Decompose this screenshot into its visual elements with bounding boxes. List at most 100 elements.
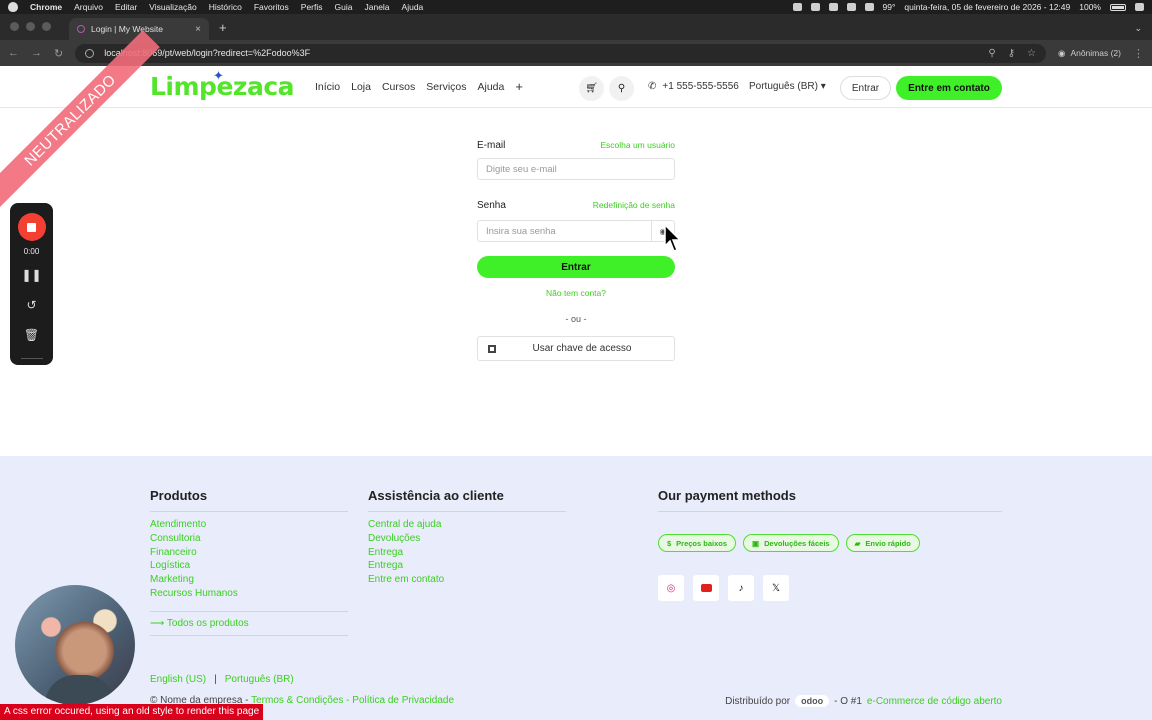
product-link[interactable]: Marketing [150, 573, 348, 587]
instagram-icon[interactable]: ◎ [658, 575, 684, 601]
badge-low-prices: $ Preços baixos [658, 534, 737, 552]
menu-app[interactable]: Chrome [30, 2, 62, 12]
close-window-icon[interactable] [10, 22, 19, 31]
reset-password-link[interactable]: Redefinição de senha [593, 200, 675, 210]
close-tab-icon[interactable]: × [195, 24, 201, 35]
new-tab-icon[interactable]: + [219, 20, 227, 35]
password-label-row: Senha Redefinição de senha [477, 194, 675, 211]
restart-icon[interactable]: ↺ [26, 298, 36, 316]
youtube-icon[interactable] [693, 575, 719, 601]
menu-guia[interactable]: Guia [335, 2, 353, 12]
menu-editar[interactable]: Editar [115, 2, 137, 12]
product-link[interactable]: Consultoria [150, 532, 348, 546]
menu-historico[interactable]: Histórico [209, 2, 242, 12]
nav-ajuda[interactable]: Ajuda [478, 81, 505, 93]
lang-english[interactable]: English (US) [150, 674, 206, 685]
lang-portuguese[interactable]: Português (BR) [225, 674, 294, 685]
menu-favoritos[interactable]: Favoritos [254, 2, 289, 12]
menu-arquivo[interactable]: Arquivo [74, 2, 103, 12]
product-link[interactable]: Recursos Humanos [150, 587, 348, 601]
cart-button[interactable]: 🛒︎ [579, 76, 604, 101]
control-center-icon[interactable] [1135, 3, 1144, 11]
bookmark-star-icon[interactable]: ☆ [1027, 48, 1036, 59]
x-twitter-icon[interactable]: 𝕏 [763, 575, 789, 601]
browser-menu-icon[interactable]: ⋮ [1133, 47, 1144, 60]
all-products-link[interactable]: ⟶ Todos os produtos [150, 610, 348, 636]
pause-icon[interactable]: ❚❚ [21, 268, 41, 286]
support-link[interactable]: Devoluções [368, 532, 566, 546]
site-info-icon[interactable] [85, 48, 95, 58]
menu-perfis[interactable]: Perfis [301, 2, 323, 12]
password-key-icon[interactable]: ⚷ [1008, 48, 1015, 59]
odoo-logo[interactable]: odoo [795, 695, 830, 707]
menu-ajuda[interactable]: Ajuda [402, 2, 424, 12]
address-bar[interactable]: localhost:8069/pt/web/login?redirect=%2F… [75, 43, 1047, 63]
status-tray: 99° quinta-feira, 05 de fevereiro de 202… [792, 2, 1144, 12]
menu-visualizacao[interactable]: Visualização [149, 2, 197, 12]
signup-link[interactable]: Não tem conta? [477, 288, 675, 298]
header-login-button[interactable]: Entrar [840, 76, 891, 100]
nav-more-plus-icon[interactable]: + [515, 80, 523, 93]
site-logo[interactable]: Limpezaca ✦ [150, 69, 295, 101]
nav-cursos[interactable]: Cursos [382, 81, 415, 93]
nav-inicio[interactable]: Início [315, 81, 340, 93]
product-link[interactable]: Financeiro [150, 546, 348, 560]
support-link[interactable]: Entrega [368, 559, 566, 573]
zoom-icon[interactable]: ⚲ [988, 48, 995, 59]
header-phone[interactable]: ✆ +1 555-555-5556 [648, 81, 739, 92]
language-selector[interactable]: Português (BR) ▾ [749, 81, 826, 92]
clock[interactable]: quinta-feira, 05 de fevereiro de 2026 - … [904, 2, 1070, 12]
wifi-icon[interactable] [828, 3, 838, 11]
password-field[interactable]: Insira sua senha [477, 220, 652, 242]
powered-suffix: - O #1 [834, 695, 862, 707]
search-button[interactable]: ⚲ [609, 76, 634, 101]
stop-recording-button[interactable] [17, 213, 46, 241]
nav-loja[interactable]: Loja [351, 81, 371, 93]
window-controls [0, 22, 61, 40]
battery-percent: 100% [1079, 2, 1101, 12]
product-link[interactable]: Atendimento [150, 518, 348, 532]
product-link[interactable]: Logística [150, 559, 348, 573]
choose-user-link[interactable]: Escolha um usuário [600, 140, 675, 150]
main-nav: Início Loja Cursos Serviços Ajuda + [315, 80, 523, 93]
terms-link[interactable]: Termos & Condições [251, 695, 343, 706]
support-title: Assistência ao cliente [368, 488, 504, 503]
header-contact-button[interactable]: Entre em contato [896, 76, 1002, 100]
nav-servicos[interactable]: Serviços [426, 81, 466, 93]
forward-icon[interactable]: → [31, 47, 42, 59]
support-link[interactable]: Central de ajuda [368, 518, 566, 532]
incognito-profile[interactable]: ◉ Anônimas (2) [1058, 48, 1121, 59]
passkey-button[interactable]: Usar chave de acesso [477, 336, 675, 361]
volume-icon[interactable] [864, 3, 874, 11]
email-field[interactable]: Digite seu e-mail [477, 158, 675, 180]
phone-icon: ✆ [648, 81, 657, 92]
or-divider: - ou - [565, 314, 587, 324]
login-submit-button[interactable]: Entrar [477, 256, 675, 278]
site-footer: Produtos Atendimento Consultoria Finance… [0, 456, 1152, 720]
passkey-label: Usar chave de acesso [532, 343, 632, 354]
tab-title: Login | My Website [91, 24, 163, 34]
footer-language-links: English (US) | Português (BR) [150, 674, 294, 685]
bluetooth-icon[interactable] [846, 3, 856, 11]
back-icon[interactable]: ← [8, 47, 19, 59]
badge-easy-returns: ▣ Devoluções fáceis [743, 534, 839, 552]
dollar-icon: $ [667, 538, 672, 548]
webcam-bubble [15, 585, 135, 705]
battery-icon[interactable] [1110, 3, 1126, 11]
tiktok-icon[interactable]: ♪ [728, 575, 754, 601]
tray-icon[interactable] [792, 3, 802, 11]
tray-icon[interactable] [810, 3, 820, 11]
ecommerce-link[interactable]: e-Commerce de código aberto [867, 696, 1002, 707]
minimize-window-icon[interactable] [26, 22, 35, 31]
support-link[interactable]: Entrega [368, 546, 566, 560]
reload-icon[interactable]: ↻ [54, 47, 63, 60]
menu-janela[interactable]: Janela [364, 2, 389, 12]
footer-support: Assistência ao cliente Central de ajuda … [368, 488, 566, 587]
support-link[interactable]: Entre em contato [368, 573, 566, 587]
tab-search-chevron-icon[interactable]: ⌄ [1134, 23, 1142, 34]
trash-icon[interactable]: 🗑︎ [24, 328, 39, 346]
browser-toolbar: ← → ↻ localhost:8069/pt/web/login?redire… [0, 40, 1152, 66]
privacy-link[interactable]: Política de Privacidade [352, 695, 454, 706]
apple-icon[interactable] [8, 2, 18, 12]
zoom-window-icon[interactable] [42, 22, 51, 31]
